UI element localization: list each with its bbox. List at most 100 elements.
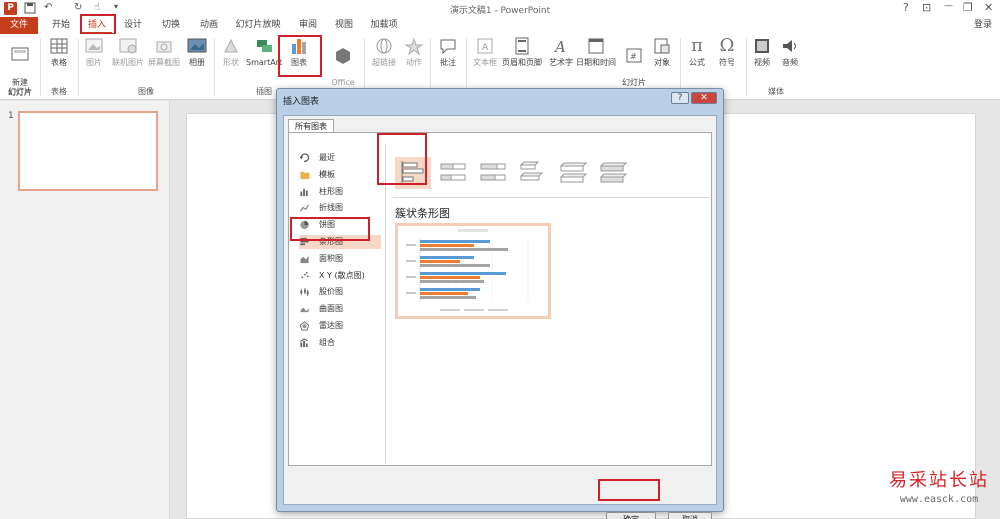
cancel-button[interactable]: 取消 xyxy=(668,512,712,519)
shapes-icon xyxy=(224,38,238,53)
action-button[interactable]: 动作 xyxy=(402,36,426,68)
object-button[interactable]: 对象 xyxy=(650,36,674,68)
chart-category-label: 雷达图 xyxy=(319,321,343,330)
dialog-help-button[interactable]: ? xyxy=(671,92,689,104)
tab-transitions[interactable]: 切换 xyxy=(156,17,186,34)
preview-bar xyxy=(420,256,474,259)
equation-button[interactable]: π 公式 xyxy=(684,36,710,68)
preview-bar xyxy=(420,272,506,275)
subtype-3d-stacked-bar[interactable] xyxy=(555,157,591,189)
preview-bar xyxy=(420,280,484,283)
comment-icon xyxy=(440,39,456,55)
tab-addins[interactable]: 加载项 xyxy=(364,17,404,34)
new-slide-icon xyxy=(11,47,29,61)
preview-bar xyxy=(420,248,508,251)
preview-bar xyxy=(420,260,460,263)
ok-button[interactable]: 确定 xyxy=(606,512,656,519)
header-footer-button[interactable]: 页眉和页脚 xyxy=(500,36,544,68)
shapes-button[interactable]: 形状 xyxy=(218,36,244,68)
tab-all-charts[interactable]: 所有图表 xyxy=(288,119,334,133)
tab-view[interactable]: 视图 xyxy=(330,17,358,34)
chart-preview[interactable] xyxy=(395,223,551,319)
online-picture-button[interactable]: 联机图片 xyxy=(108,36,148,68)
tab-animations[interactable]: 动画 xyxy=(194,17,224,34)
slide-thumbnails-pane: 1 xyxy=(0,101,170,519)
object-icon xyxy=(654,38,670,54)
watermark-url: www.easck.com xyxy=(899,494,979,505)
line-chart-icon xyxy=(300,204,309,212)
dialog-title: 插入图表 xyxy=(283,97,320,107)
chart-category-label: 柱形图 xyxy=(319,186,343,196)
hyperlink-button[interactable]: 超链接 xyxy=(368,36,400,68)
pi-icon: π xyxy=(691,35,703,56)
album-icon xyxy=(187,38,207,53)
tab-design[interactable]: 设计 xyxy=(118,17,148,34)
chart-preview-graphic xyxy=(406,229,529,311)
slide-number: 1 xyxy=(8,111,14,121)
chart-category-label: 最近 xyxy=(319,153,335,162)
table-icon xyxy=(50,38,68,54)
wordart-button[interactable]: A 艺术字 xyxy=(546,36,576,68)
minimize-button[interactable]: — xyxy=(944,1,953,11)
tab-file[interactable]: 文件 xyxy=(0,17,38,34)
slide-number-icon: # xyxy=(626,48,642,63)
group-images-label: 图像 xyxy=(138,87,154,96)
video-button[interactable]: 视频 xyxy=(750,36,774,68)
smartart-button[interactable]: SmartArt xyxy=(246,36,282,68)
stacked-bar-icon xyxy=(440,163,466,181)
chart-category-label: 模板 xyxy=(319,169,335,179)
screenshot-button[interactable]: 屏幕截图 xyxy=(146,36,182,68)
highlight-insert-tab xyxy=(80,14,116,35)
speaker-icon xyxy=(783,40,796,52)
subtype-stacked-bar[interactable] xyxy=(435,157,471,189)
3d-clustered-bar-icon xyxy=(519,161,544,181)
office-apps-icon xyxy=(336,48,350,64)
highlight-ok-button xyxy=(598,479,660,501)
picture-button[interactable]: 图片 xyxy=(82,36,106,68)
preview-bar xyxy=(420,276,480,279)
help-button[interactable]: ? xyxy=(903,1,909,14)
insert-chart-dialog: 插入图表 ? ✕ 所有图表 最近 模板 柱形图 折线图 饼图 条形图 面积图 X Y (散点图… xyxy=(276,88,724,519)
subtype-3d-percent-stacked-bar[interactable] xyxy=(595,157,631,189)
wordart-icon: A xyxy=(553,38,566,56)
subtype-3d-clustered-bar[interactable] xyxy=(515,157,551,189)
maximize-button[interactable]: ❐ xyxy=(963,1,973,14)
ribbon-display-button[interactable]: ⊡ xyxy=(922,1,931,14)
dialog-panel: 所有图表 最近 模板 柱形图 折线图 饼图 条形图 面积图 X Y (散点图) 股价图 曲面图 雷达… xyxy=(283,115,717,519)
title-bar: P ↶ ↻ ☝ ▾ 演示文稿1 - PowerPoint ? ⊡ — ❐ ✕ xyxy=(0,0,1000,17)
watermark: 易采站长站 www.easck.com xyxy=(878,466,1000,505)
audio-button[interactable]: 音频 xyxy=(778,36,802,68)
textbox-button[interactable]: A 文本框 xyxy=(470,36,500,68)
dialog-close-button[interactable]: ✕ xyxy=(691,92,717,104)
chart-category-label: 折线图 xyxy=(319,203,343,213)
symbol-button[interactable]: Ω 符号 xyxy=(714,36,740,68)
table-button[interactable]: 表格 xyxy=(44,36,74,68)
group-media-label: 媒体 xyxy=(768,87,784,96)
tab-home[interactable]: 开始 xyxy=(46,17,76,34)
datetime-button[interactable]: 日期和时间 xyxy=(574,36,618,68)
close-button[interactable]: ✕ xyxy=(984,1,993,14)
tab-review[interactable]: 审阅 xyxy=(294,17,322,34)
scatter-chart-icon xyxy=(301,271,309,278)
star-icon xyxy=(404,37,424,56)
film-icon xyxy=(755,39,769,53)
chart-category-label: X Y (散点图) xyxy=(319,270,365,280)
comment-button[interactable]: 批注 xyxy=(434,36,462,68)
preview-bar xyxy=(420,244,474,247)
chart-category-label: 面积图 xyxy=(319,253,343,263)
picture-icon xyxy=(85,38,103,53)
highlight-clustered-bar-subtype xyxy=(377,133,427,185)
subtype-percent-stacked-bar[interactable] xyxy=(475,157,511,189)
window-title: 演示文稿1 - PowerPoint xyxy=(449,6,551,16)
preview-bar xyxy=(420,288,480,291)
svg-text:#: # xyxy=(630,52,637,61)
slide-thumbnail[interactable] xyxy=(18,111,158,191)
highlight-bar-category xyxy=(290,217,370,241)
tab-slideshow[interactable]: 幻灯片放映 xyxy=(230,17,286,34)
omega-icon: Ω xyxy=(719,35,735,56)
login-link[interactable]: 登录 xyxy=(974,17,992,34)
calendar-icon xyxy=(588,38,604,54)
chart-category-label: 组合 xyxy=(319,337,335,347)
album-button[interactable]: 相册 xyxy=(184,36,210,68)
group-slides-label: 幻灯片 xyxy=(8,87,32,96)
